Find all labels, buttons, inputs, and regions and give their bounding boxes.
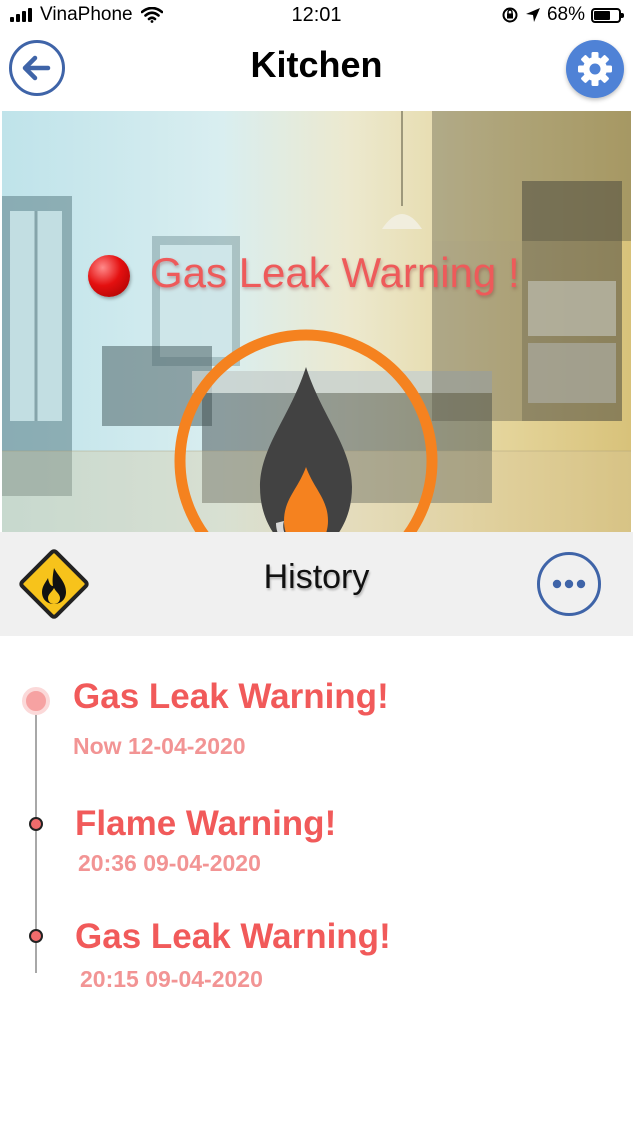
more-options-button[interactable] (537, 552, 601, 616)
status-right: 68% (501, 4, 624, 26)
timeline-node (29, 817, 43, 831)
header: Kitchen (0, 34, 633, 110)
screen: VinaPhone 12:01 68% Kitchen Gas Leak War… (0, 0, 633, 1125)
gear-icon (578, 52, 612, 86)
page-title: Kitchen (250, 44, 383, 85)
alert-banner: Gas Leak Warning ! (2, 111, 631, 532)
history-timeline: Gas Leak Warning! Now 12-04-2020 Flame W… (0, 637, 633, 1125)
timeline-node (29, 929, 43, 943)
battery-icon (591, 7, 624, 23)
location-arrow-icon (525, 8, 540, 22)
timeline-node-current (22, 687, 50, 715)
gas-flame-icon (174, 329, 438, 532)
event-date: 20:36 09-04-2020 (78, 850, 261, 876)
status-bar: VinaPhone 12:01 68% (0, 0, 633, 34)
event-date: Now 12-04-2020 (73, 733, 246, 759)
ellipsis-icon (552, 579, 586, 589)
settings-button[interactable] (566, 40, 624, 98)
history-header: History (0, 532, 633, 636)
event-title: Flame Warning! (75, 804, 337, 843)
alert-status-dot (88, 255, 130, 297)
event-title: Gas Leak Warning! (75, 917, 391, 956)
orientation-lock-icon (502, 7, 518, 23)
alert-title: Gas Leak Warning ! (150, 249, 520, 296)
event-title: Gas Leak Warning! (73, 677, 389, 716)
battery-level (594, 10, 610, 20)
event-date: 20:15 09-04-2020 (80, 966, 263, 992)
battery-percentage: 68% (546, 4, 585, 25)
